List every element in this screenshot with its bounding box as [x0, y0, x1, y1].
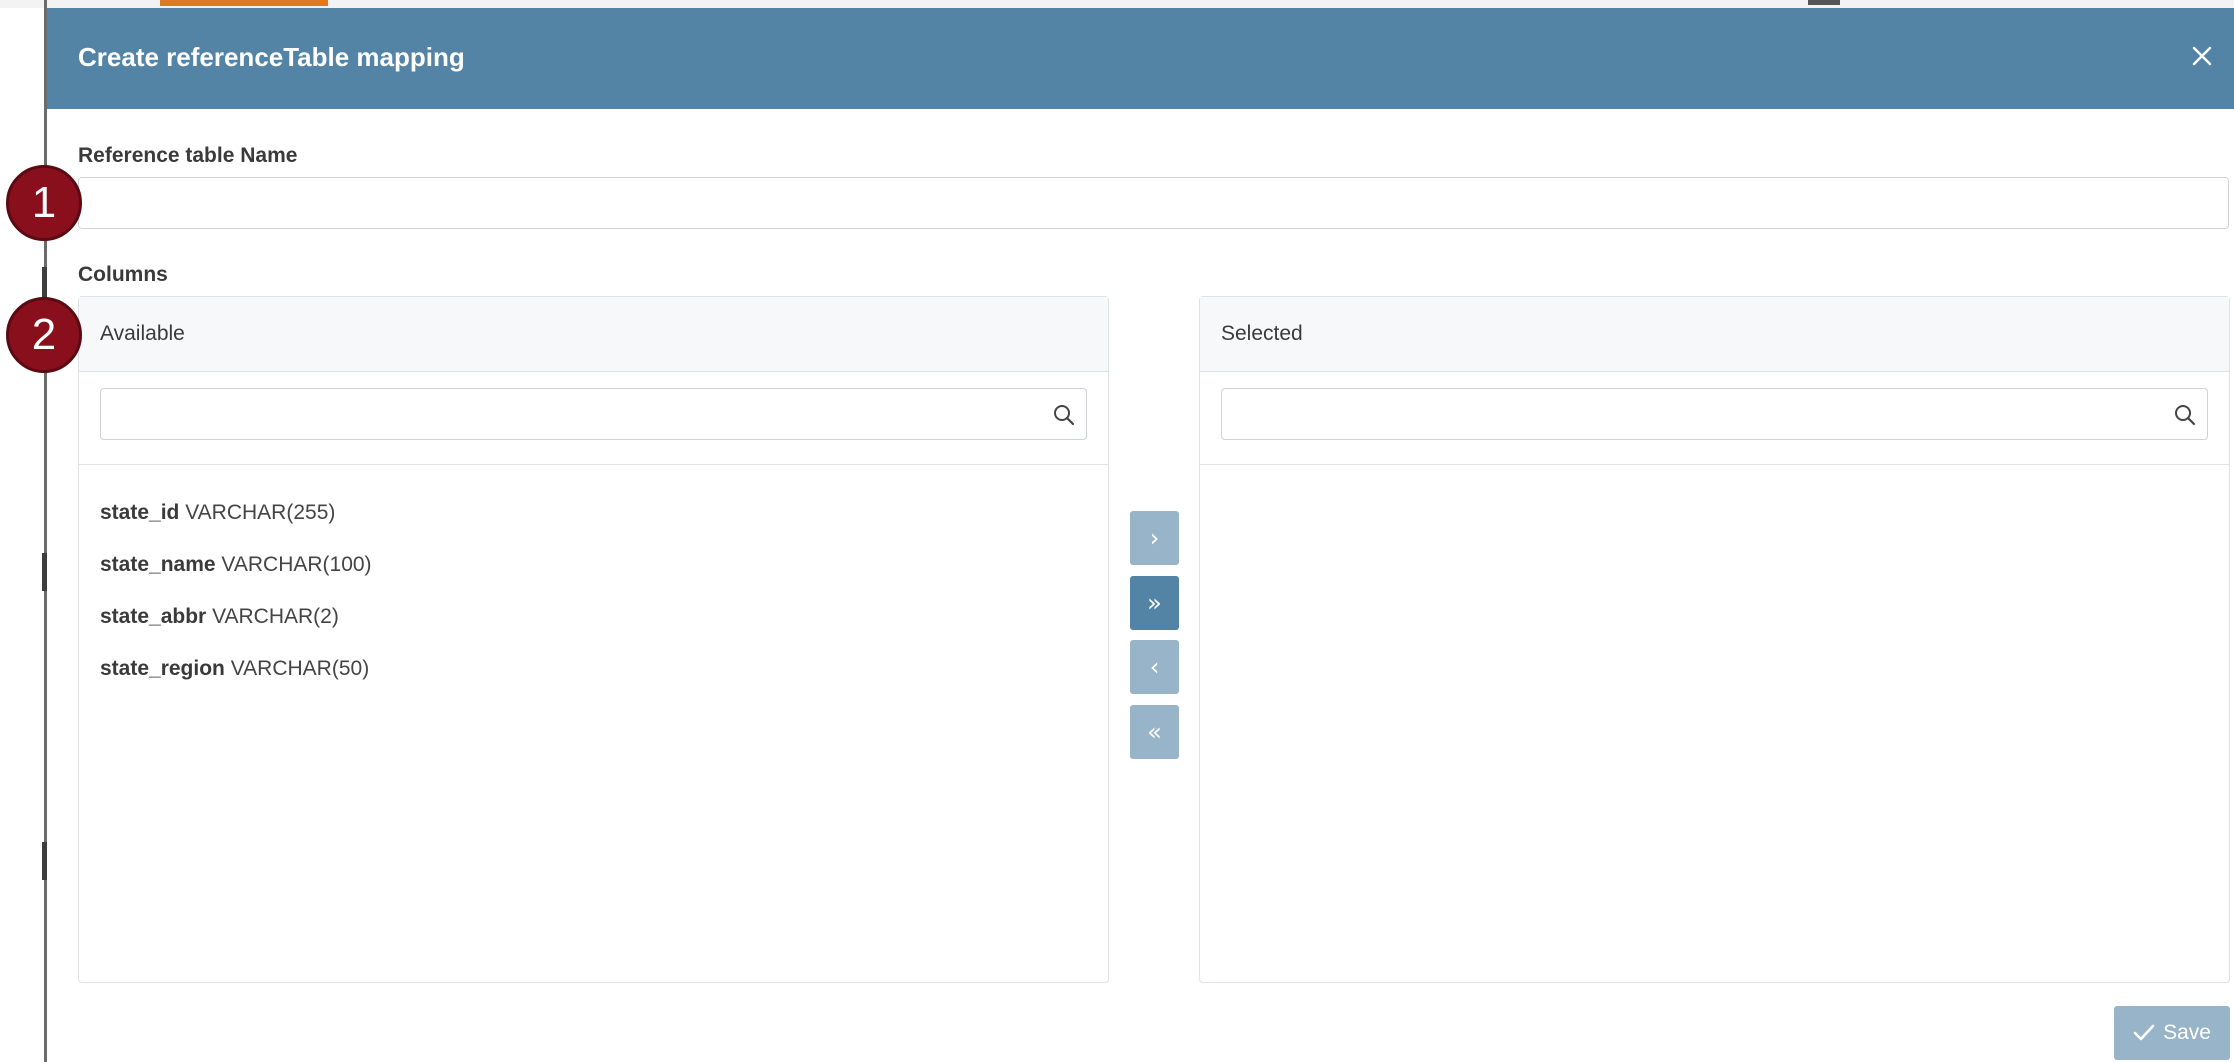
search-icon [2175, 405, 2196, 426]
background-type-chip [160, 0, 328, 6]
selected-panel-header: Selected [1200, 297, 2229, 372]
create-reference-table-dialog: Create referenceTable mapping Reference … [47, 8, 2234, 1062]
save-button-label: Save [2163, 1021, 2211, 1044]
available-search-bar [79, 372, 1108, 465]
selected-search-box [1221, 388, 2208, 440]
list-item[interactable]: state_name VARCHAR(100) [100, 539, 372, 591]
selected-search-bar [1200, 372, 2229, 465]
close-icon [2192, 46, 2212, 66]
background-app-strip [0, 0, 2234, 8]
move-selected-button[interactable]: › [1130, 511, 1179, 565]
list-item[interactable]: state_id VARCHAR(255) [100, 487, 372, 539]
dialog-header: Create referenceTable mapping [47, 8, 2234, 109]
step-badge-1: 1 [6, 165, 82, 241]
column-name: state_abbr [100, 605, 207, 628]
columns-label: Columns [78, 263, 168, 286]
available-columns-list: state_id VARCHAR(255) state_name VARCHAR… [100, 487, 372, 695]
column-type: VARCHAR(2) [212, 605, 339, 628]
list-item[interactable]: state_region VARCHAR(50) [100, 643, 372, 695]
column-name: state_name [100, 553, 216, 576]
column-type: VARCHAR(50) [230, 657, 370, 680]
column-name: state_region [100, 657, 225, 680]
list-item[interactable]: state_abbr VARCHAR(2) [100, 591, 372, 643]
background-control [1808, 0, 1840, 5]
save-button[interactable]: Save [2114, 1006, 2230, 1060]
move-all-button[interactable]: » [1130, 576, 1179, 630]
column-type: VARCHAR(100) [221, 553, 372, 576]
selected-search-input[interactable] [1222, 389, 2162, 439]
check-icon [2133, 1024, 2155, 1041]
remove-all-button[interactable]: « [1130, 705, 1179, 759]
column-name: state_id [100, 501, 180, 524]
selected-columns-panel: Selected [1199, 296, 2230, 983]
column-type: VARCHAR(255) [185, 501, 336, 524]
close-button[interactable] [2187, 41, 2217, 71]
step-badge-2: 2 [6, 297, 82, 373]
dialog-title: Create referenceTable mapping [78, 42, 465, 72]
available-search-box [100, 388, 1087, 440]
reference-name-input[interactable] [78, 177, 2229, 229]
remove-selected-button[interactable]: ‹ [1130, 640, 1179, 694]
available-search-input[interactable] [101, 389, 1041, 439]
available-columns-panel: Available state_id VARCHAR(255) state_na… [78, 296, 1109, 983]
selected-panel-title: Selected [1221, 322, 1303, 345]
search-icon [1054, 405, 1075, 426]
available-panel-title: Available [100, 322, 185, 345]
available-panel-header: Available [79, 297, 1108, 372]
reference-name-label: Reference table Name [78, 144, 298, 167]
